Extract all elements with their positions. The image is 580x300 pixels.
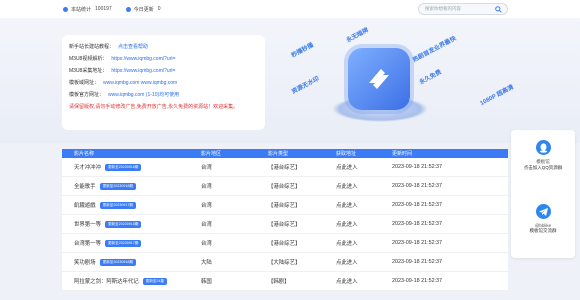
qq-group-card[interactable]: 模板馆 点击加入QQ资源群 <box>511 130 575 194</box>
backup-label: 模板官方网址： <box>69 92 105 98</box>
notice-text: 请保留版权,请勿手动修改广告,免费开放广告,永久免费的资源站！欢迎采集。 <box>69 104 239 110</box>
stat-total-value: 100197 <box>95 6 112 12</box>
region-cell: 台湾 <box>201 184 212 190</box>
m3u8-video-label: M3U8视频解析： <box>69 56 108 62</box>
stat-today-label: 今日更新 <box>133 6 154 13</box>
stat-dot-icon <box>125 6 131 12</box>
m3u8-video-link[interactable]: https://www.iqmbg.com/?url= <box>111 56 175 62</box>
header-type: 影片类型 <box>268 151 289 157</box>
tutorial-row: 新手站长建站教程： 点击查看帮助 <box>69 41 258 53</box>
site-logo <box>348 48 410 110</box>
region-cell: 大陆 <box>201 260 212 266</box>
header-time: 更新时间 <box>392 151 413 157</box>
type-cell: 【港台综艺】 <box>268 222 301 228</box>
video-title[interactable]: 天才冲冲冲 <box>74 163 101 171</box>
video-title[interactable]: 飢餓遊戲 <box>74 201 96 209</box>
video-title[interactable]: 台湾第一等 <box>74 239 101 247</box>
enter-link[interactable]: 点此进入 <box>336 184 358 190</box>
video-title[interactable]: 全能歌手 <box>74 182 96 190</box>
telegram-icon <box>535 204 551 219</box>
stat-total: 本站统计 100197 <box>63 6 112 13</box>
time-cell: 2023-09-18 21:52:37 <box>392 259 443 265</box>
info-card: 新手站长建站教程： 点击查看帮助 M3U8视频解析： https://www.iqm… <box>62 35 265 130</box>
backup-link[interactable]: www.iqmbg.com (1-10)均可使用 <box>108 92 179 98</box>
site-domain-link[interactable]: www.iqmbg.com www.iqmbg.com <box>103 80 177 86</box>
table-row[interactable]: 全能歌手 更新至20230918期 台湾 【港台综艺】 点此进入 2023-09-… <box>62 177 508 196</box>
video-table: 影片名称 影片地区 影片类型 获取地址 更新时间 天才冲冲冲 更新至2023091… <box>62 149 508 291</box>
tutorial-label: 新手站长建站教程： <box>69 44 115 50</box>
table-row[interactable]: 台湾第一等 更新至20230917期 台湾 【港台综艺】 点此进入 2023-09… <box>62 234 508 253</box>
search-icon[interactable] <box>495 6 502 13</box>
enter-link[interactable]: 点此进入 <box>336 260 358 266</box>
site-domain-row: 模板域网址： www.iqmbg.com www.iqmbg.com <box>69 77 258 89</box>
table-row[interactable]: 笑功剧场 更新至20230918期 大陆 【大陆综艺】 点此进入 2023-09-… <box>62 253 508 272</box>
qq-desc[interactable]: 点击加入QQ资源群 <box>524 165 563 171</box>
time-cell: 2023-09-18 21:52:37 <box>392 240 443 246</box>
time-cell: 2023-09-18 21:52:37 <box>392 183 443 189</box>
enter-link[interactable]: 点此进入 <box>336 279 358 285</box>
enter-link[interactable]: 点此进入 <box>336 241 358 247</box>
video-title[interactable]: 世界第一等 <box>74 220 101 228</box>
region-cell: 韩国 <box>201 279 212 285</box>
m3u8-collect-link[interactable]: https://www.iqmbg.com/?url= <box>111 68 175 74</box>
enter-link[interactable]: 点此进入 <box>336 222 358 228</box>
episode-badge: 更新至20230917期 <box>99 201 136 209</box>
logo-icon <box>369 69 389 89</box>
site-domain-label: 模板域网址： <box>69 80 100 86</box>
episode-badge: 更新至20230918期 <box>99 182 136 190</box>
type-cell: 【港台综艺】 <box>268 203 301 209</box>
header-action: 获取地址 <box>336 151 357 157</box>
search-input[interactable]: 搜索你想看的内容 <box>418 3 508 15</box>
table-row[interactable]: 阿拉蒙之剑：阿斯达年代记 更新至24集 韩国 【韩剧】 点此进入 2023-09-… <box>62 272 508 291</box>
region-cell: 台湾 <box>201 203 212 209</box>
time-cell: 2023-09-18 21:52:37 <box>392 278 443 284</box>
header-region: 影片地区 <box>201 151 222 157</box>
contact-sidebar: 模板馆 点击加入QQ资源群 @bblike 模板馆交流群 <box>511 130 575 258</box>
type-cell: 【大陆综艺】 <box>268 260 301 266</box>
m3u8-video-row: M3U8视频解析： https://www.iqmbg.com/?url= <box>69 53 258 65</box>
stat-dot-icon <box>63 6 68 12</box>
top-bar: 本站统计 100197 今日更新 0 搜索你想看的内容 <box>0 0 580 18</box>
region-cell: 台湾 <box>201 222 212 228</box>
qq-icon <box>535 140 551 155</box>
enter-link[interactable]: 点此进入 <box>336 203 358 209</box>
episode-badge: 更新至20230917期 <box>104 239 142 247</box>
time-cell: 2023-09-18 21:52:37 <box>392 202 443 208</box>
region-cell: 台湾 <box>201 241 212 247</box>
table-row[interactable]: 世界第一等 更新至20230918期 台湾 【港台综艺】 点此进入 2023-09… <box>62 215 508 234</box>
type-cell: 【港台综艺】 <box>268 241 301 247</box>
stat-today-value: 0 <box>157 6 161 12</box>
telegram-desc[interactable]: 模板馆交流群 <box>530 228 557 234</box>
header-name: 影片名称 <box>74 151 95 157</box>
type-cell: 【港台综艺】 <box>268 165 301 171</box>
backup-row: 模板官方网址： www.iqmbg.com (1-10)均可使用 <box>69 89 258 101</box>
time-cell: 2023-09-18 21:52:37 <box>392 221 443 227</box>
episode-badge: 更新至24集 <box>142 277 168 285</box>
video-title[interactable]: 阿拉蒙之剑：阿斯达年代记 <box>74 277 139 285</box>
type-cell: 【港台综艺】 <box>268 184 301 190</box>
m3u8-collect-label: M3U8采集地址： <box>69 68 108 74</box>
episode-badge: 更新至20230918期 <box>104 220 142 228</box>
time-cell: 2023-09-18 21:52:37 <box>392 164 443 170</box>
type-cell: 【韩剧】 <box>268 279 290 285</box>
telegram-card[interactable]: @bblike 模板馆交流群 <box>511 194 575 258</box>
table-row[interactable]: 飢餓遊戲 更新至20230917期 台湾 【港台综艺】 点此进入 2023-09-… <box>62 196 508 215</box>
enter-link[interactable]: 点此进入 <box>336 165 358 171</box>
table-row[interactable]: 天才冲冲冲 更新至20230918期 台湾 【港台综艺】 点此进入 2023-09… <box>62 158 508 177</box>
tutorial-link[interactable]: 点击查看帮助 <box>118 44 148 50</box>
region-cell: 台湾 <box>201 165 212 171</box>
episode-badge: 更新至20230918期 <box>99 258 136 266</box>
m3u8-collect-row: M3U8采集地址： https://www.iqmbg.com/?url= <box>69 65 258 77</box>
table-header: 影片名称 影片地区 影片类型 获取地址 更新时间 <box>62 149 508 158</box>
search-placeholder: 搜索你想看的内容 <box>425 6 461 11</box>
stat-today: 今日更新 0 <box>125 6 161 13</box>
video-title[interactable]: 笑功剧场 <box>74 258 96 266</box>
stat-total-label: 本站统计 <box>71 6 92 13</box>
episode-badge: 更新至20230918期 <box>104 163 142 171</box>
